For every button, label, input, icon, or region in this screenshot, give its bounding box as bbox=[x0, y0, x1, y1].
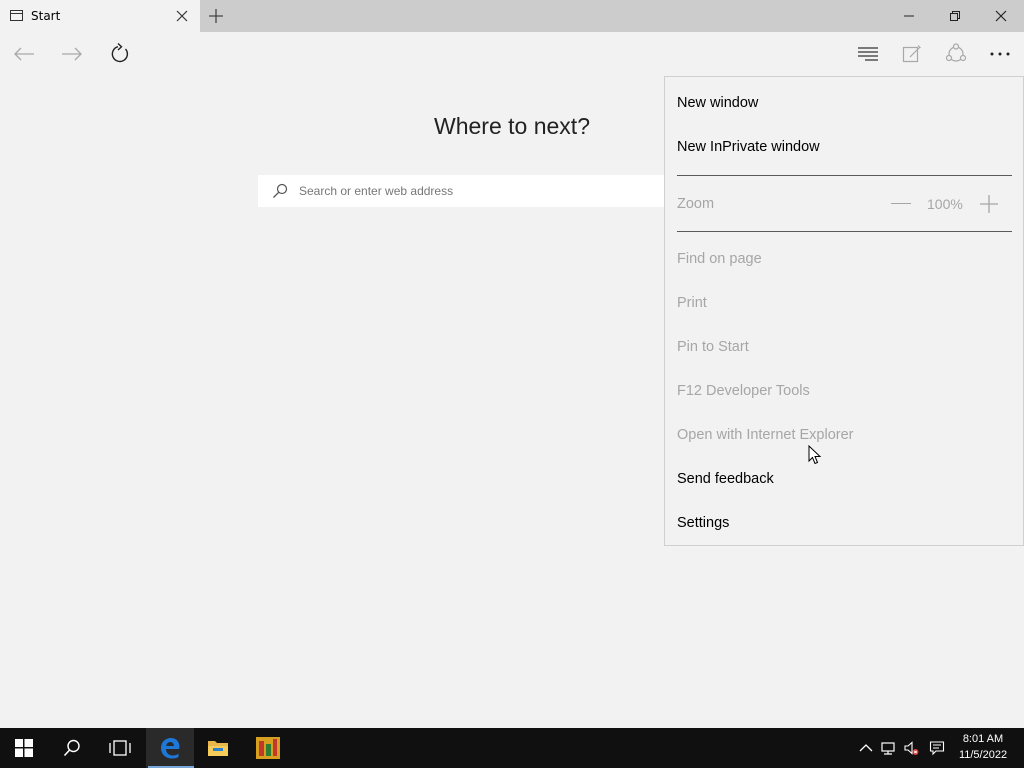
tab-title: Start bbox=[31, 9, 61, 23]
mouse-cursor bbox=[808, 445, 822, 465]
title-bar: Start bbox=[0, 0, 1024, 32]
back-arrow-icon bbox=[14, 47, 34, 61]
zoom-out-button[interactable] bbox=[891, 203, 911, 204]
share-icon bbox=[945, 43, 967, 62]
system-clock[interactable]: 8:01 AM 11/5/2022 bbox=[950, 731, 1016, 763]
menu-item-print[interactable]: Print bbox=[677, 295, 707, 311]
taskbar-edge[interactable] bbox=[146, 728, 194, 768]
close-icon[interactable] bbox=[175, 9, 189, 23]
more-button[interactable] bbox=[988, 42, 1012, 66]
menu-divider bbox=[677, 231, 1012, 232]
menu-item-new-window[interactable]: New window bbox=[677, 95, 758, 111]
edge-icon bbox=[161, 738, 180, 759]
close-icon bbox=[995, 10, 1007, 22]
more-actions-menu: New window New InPrivate window Zoom 100… bbox=[664, 76, 1024, 546]
hub-button[interactable] bbox=[856, 42, 880, 66]
plus-icon[interactable] bbox=[208, 8, 224, 24]
menu-item-f12-developer-tools[interactable]: F12 Developer Tools bbox=[677, 383, 810, 399]
back-button[interactable] bbox=[12, 42, 36, 66]
forward-arrow-icon bbox=[62, 47, 82, 61]
search-button[interactable] bbox=[48, 728, 96, 768]
menu-divider bbox=[677, 175, 1012, 176]
menu-item-pin-to-start[interactable]: Pin to Start bbox=[677, 339, 749, 355]
more-icon bbox=[990, 52, 1010, 56]
chevron-up-icon[interactable] bbox=[858, 740, 874, 756]
refresh-icon bbox=[111, 43, 129, 63]
restore-icon bbox=[950, 11, 960, 21]
menu-item-find-on-page[interactable]: Find on page bbox=[677, 251, 762, 267]
network-icon[interactable] bbox=[880, 740, 896, 756]
menu-item-open-with-internet-explorer[interactable]: Open with Internet Explorer bbox=[677, 427, 854, 443]
menu-item-send-feedback[interactable]: Send feedback bbox=[677, 471, 774, 487]
restore-button[interactable] bbox=[932, 0, 978, 32]
web-note-button[interactable] bbox=[900, 42, 924, 66]
hub-icon bbox=[858, 47, 878, 61]
web-note-icon bbox=[902, 45, 921, 63]
start-button[interactable] bbox=[0, 728, 48, 768]
menu-item-zoom: Zoom bbox=[677, 196, 715, 212]
navigation-bar bbox=[0, 32, 1024, 76]
menu-item-settings[interactable]: Settings bbox=[677, 515, 729, 531]
app-icon bbox=[256, 737, 280, 759]
taskbar-file-explorer[interactable] bbox=[194, 728, 242, 768]
task-view-icon bbox=[109, 740, 131, 756]
zoom-value: 100% bbox=[927, 196, 963, 212]
cortana-search-icon bbox=[63, 739, 80, 757]
file-explorer-icon bbox=[208, 741, 228, 756]
clock-date: 11/5/2022 bbox=[958, 749, 1008, 761]
refresh-button[interactable] bbox=[108, 42, 132, 66]
minimize-button[interactable] bbox=[886, 0, 932, 32]
close-window-button[interactable] bbox=[978, 0, 1024, 32]
page-icon bbox=[10, 10, 23, 21]
taskbar bbox=[0, 728, 1024, 768]
search-placeholder: Search or enter web address bbox=[299, 184, 454, 198]
menu-item-new-inprivate-window[interactable]: New InPrivate window bbox=[677, 139, 820, 155]
share-button[interactable] bbox=[944, 42, 968, 66]
task-view-button[interactable] bbox=[96, 728, 144, 768]
windows-logo-icon bbox=[15, 739, 33, 757]
taskbar-app[interactable] bbox=[244, 728, 292, 768]
minimize-icon bbox=[904, 15, 914, 17]
zoom-in-button[interactable] bbox=[979, 194, 999, 214]
clock-time: 8:01 AM bbox=[962, 733, 1004, 745]
search-icon bbox=[273, 183, 288, 198]
volume-muted-icon[interactable] bbox=[903, 740, 919, 756]
notification-icon[interactable] bbox=[929, 740, 945, 756]
tab-start[interactable]: Start bbox=[0, 0, 200, 32]
forward-button[interactable] bbox=[60, 42, 84, 66]
